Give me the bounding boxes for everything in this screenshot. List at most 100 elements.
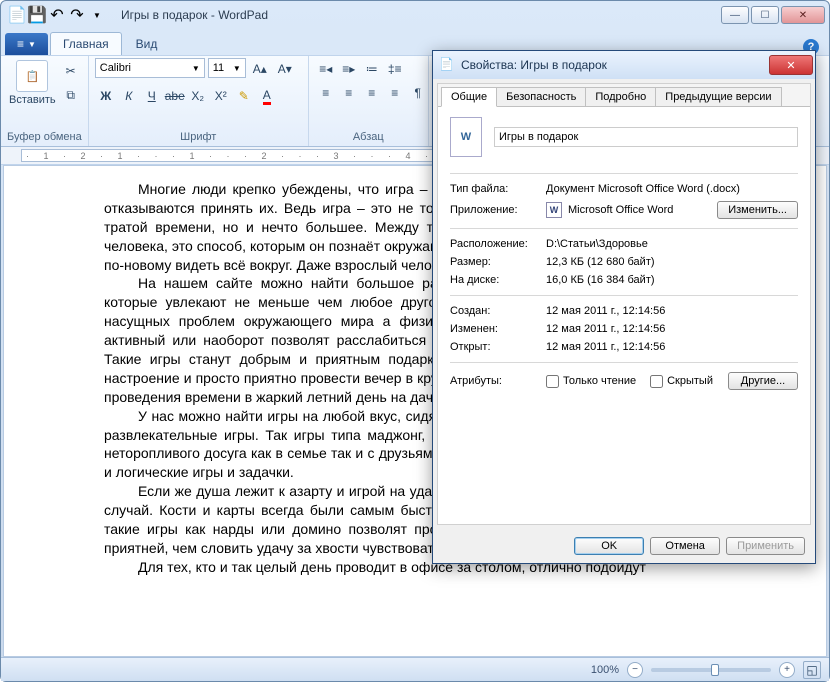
tab-general[interactable]: Общие (441, 87, 497, 107)
value-created: 12 мая 2011 г., 12:14:56 (546, 305, 798, 317)
justify-icon[interactable]: ≡ (384, 82, 406, 104)
view-mode-icon[interactable]: ◱ (803, 661, 821, 679)
undo-icon[interactable]: ↶ (49, 7, 65, 23)
dialog-title: Свойства: Игры в подарок (461, 58, 607, 72)
zoom-in-button[interactable]: + (779, 662, 795, 678)
dialog-close-button[interactable]: ✕ (769, 55, 813, 75)
zoom-level: 100% (591, 664, 619, 676)
label-type: Тип файла: (450, 183, 546, 195)
divider (450, 295, 798, 296)
highlight-button[interactable]: ✎ (233, 85, 255, 107)
ok-button[interactable]: OK (574, 537, 644, 555)
change-app-button[interactable]: Изменить... (717, 201, 798, 219)
underline-button[interactable]: Ч (141, 85, 163, 107)
value-accessed: 12 мая 2011 г., 12:14:56 (546, 341, 798, 353)
hidden-checkbox[interactable]: Скрытый (650, 375, 713, 388)
paste-label: Вставить (9, 94, 56, 106)
minimize-button[interactable]: — (721, 6, 749, 24)
decrease-indent-icon[interactable]: ≡◂ (315, 58, 337, 80)
group-label-clipboard: Буфер обмена (7, 130, 82, 144)
divider (450, 173, 798, 174)
italic-button[interactable]: К (118, 85, 140, 107)
tab-content-general: W Тип файла:Документ Microsoft Office Wo… (438, 107, 810, 524)
shrink-font-icon[interactable]: A▾ (274, 58, 296, 80)
label-modified: Изменен: (450, 323, 546, 335)
align-center-icon[interactable]: ≡ (338, 82, 360, 104)
maximize-button[interactable]: ☐ (751, 6, 779, 24)
group-label-font: Шрифт (95, 130, 302, 144)
tab-details[interactable]: Подробно (585, 87, 656, 106)
tab-home[interactable]: Главная (50, 32, 122, 55)
paragraph-dialog-icon[interactable]: ¶ (407, 82, 429, 104)
label-size: Размер: (450, 256, 546, 268)
align-right-icon[interactable]: ≡ (361, 82, 383, 104)
zoom-slider[interactable] (651, 668, 771, 672)
chevron-down-icon: ▼ (233, 64, 241, 73)
titlebar: 📄 💾 ↶ ↷ ▼ Игры в подарок - WordPad — ☐ ✕ (1, 1, 829, 29)
window-title: Игры в подарок - WordPad (121, 8, 268, 22)
app-icon: 📄 (9, 7, 25, 23)
copy-icon[interactable]: ⧉ (60, 84, 82, 106)
divider (450, 228, 798, 229)
file-menu[interactable]: ≡▼ (5, 33, 48, 55)
filename-input[interactable] (494, 127, 798, 147)
font-name-combo[interactable]: Calibri▼ (95, 58, 205, 78)
window-controls: — ☐ ✕ (721, 6, 825, 24)
properties-dialog: 📄 Свойства: Игры в подарок ✕ Общие Безоп… (432, 50, 816, 564)
dialog-titlebar[interactable]: 📄 Свойства: Игры в подарок ✕ (433, 51, 815, 79)
label-attrs: Атрибуты: (450, 375, 546, 387)
align-left-icon[interactable]: ≡ (315, 82, 337, 104)
group-clipboard: 📋 Вставить ✂ ⧉ Буфер обмена (1, 56, 89, 146)
dialog-tabs: Общие Безопасность Подробно Предыдущие в… (438, 84, 810, 107)
dialog-icon: 📄 (439, 57, 455, 73)
value-location: D:\Статьи\Здоровье (546, 238, 798, 250)
other-attrs-button[interactable]: Другие... (728, 372, 798, 390)
tab-view[interactable]: Вид (124, 33, 170, 55)
value-modified: 12 мая 2011 г., 12:14:56 (546, 323, 798, 335)
label-accessed: Открыт: (450, 341, 546, 353)
group-paragraph: ≡◂ ≡▸ ≔ ‡≡ ≡ ≡ ≡ ≡ ¶ Абзац (309, 56, 429, 146)
chevron-down-icon: ▼ (28, 40, 36, 49)
value-type: Документ Microsoft Office Word (.docx) (546, 183, 798, 195)
dialog-button-bar: OK Отмена Применить (433, 529, 815, 563)
strike-button[interactable]: abe (164, 85, 186, 107)
chevron-down-icon: ▼ (192, 64, 200, 73)
label-app: Приложение: (450, 204, 546, 216)
zoom-out-button[interactable]: − (627, 662, 643, 678)
statusbar: 100% − + ◱ (1, 657, 829, 681)
group-font: Calibri▼ 11▼ A▴ A▾ Ж К Ч abe X₂ X² ✎ A Ш… (89, 56, 309, 146)
bullets-icon[interactable]: ≔ (361, 58, 383, 80)
cut-icon[interactable]: ✂ (60, 60, 82, 82)
value-ondisk: 16,0 КБ (16 384 байт) (546, 274, 798, 286)
tab-security[interactable]: Безопасность (496, 87, 586, 106)
apply-button[interactable]: Применить (726, 537, 805, 555)
label-created: Создан: (450, 305, 546, 317)
readonly-checkbox[interactable]: Только чтение (546, 375, 636, 388)
bold-button[interactable]: Ж (95, 85, 117, 107)
clipboard-icon: 📋 (16, 60, 48, 92)
close-button[interactable]: ✕ (781, 6, 825, 24)
line-spacing-icon[interactable]: ‡≡ (384, 58, 406, 80)
cancel-button[interactable]: Отмена (650, 537, 720, 555)
grow-font-icon[interactable]: A▴ (249, 58, 271, 80)
subscript-button[interactable]: X₂ (187, 85, 209, 107)
dialog-body: Общие Безопасность Подробно Предыдущие в… (437, 83, 811, 525)
redo-icon[interactable]: ↷ (69, 7, 85, 23)
increase-indent-icon[interactable]: ≡▸ (338, 58, 360, 80)
divider (450, 362, 798, 363)
quick-access-toolbar: 📄 💾 ↶ ↷ ▼ (9, 7, 105, 23)
qat-dropdown-icon[interactable]: ▼ (89, 7, 105, 23)
save-icon[interactable]: 💾 (29, 7, 45, 23)
tab-previous[interactable]: Предыдущие версии (655, 87, 781, 106)
value-size: 12,3 КБ (12 680 байт) (546, 256, 798, 268)
label-ondisk: На диске: (450, 274, 546, 286)
superscript-button[interactable]: X² (210, 85, 232, 107)
word-app-icon: W (546, 202, 562, 218)
value-app: Microsoft Office Word (568, 204, 673, 216)
paste-button[interactable]: 📋 Вставить (7, 58, 58, 108)
font-color-button[interactable]: A (256, 85, 278, 107)
font-size-combo[interactable]: 11▼ (208, 58, 246, 78)
zoom-thumb[interactable] (711, 664, 719, 676)
label-location: Расположение: (450, 238, 546, 250)
group-label-paragraph: Абзац (315, 130, 422, 144)
